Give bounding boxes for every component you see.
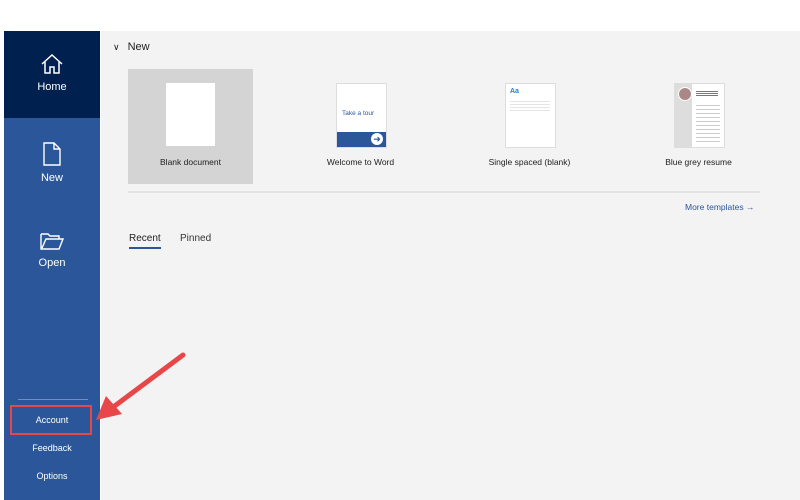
home-icon — [41, 53, 63, 74]
sidebar-item-new[interactable]: New — [4, 120, 100, 207]
sidebar-item-label: Open — [38, 257, 66, 269]
thumb-text: Take a tour — [342, 110, 375, 117]
sidebar: Home New Open Account Feedback Options — [4, 31, 100, 500]
sidebar-item-label: New — [40, 172, 63, 184]
sidebar-item-home[interactable]: Home — [4, 31, 100, 118]
divider — [128, 191, 760, 193]
template-thumbnail — [166, 83, 215, 146]
template-welcome-to-word[interactable]: Take a tour ➜ Welcome to Word — [298, 69, 423, 184]
section-title: New — [127, 41, 150, 53]
template-label: Blank document — [160, 157, 221, 167]
tab-recent[interactable]: Recent — [129, 233, 161, 249]
new-section-header[interactable]: ∨ New — [113, 41, 150, 53]
chevron-down-icon: ∨ — [113, 42, 120, 52]
sidebar-item-account[interactable]: Account — [4, 415, 100, 425]
template-blank-document[interactable]: Blank document — [128, 69, 253, 184]
template-single-spaced[interactable]: Aa Single spaced (blank) — [467, 69, 592, 184]
thumb-text: Aa — [510, 88, 519, 95]
sidebar-item-feedback[interactable]: Feedback — [4, 443, 100, 453]
template-label: Blue grey resume — [665, 157, 732, 167]
sidebar-item-label: Home — [37, 81, 67, 93]
template-label: Single spaced (blank) — [488, 157, 571, 167]
sidebar-divider — [18, 399, 88, 400]
template-thumbnail: Take a tour ➜ — [336, 83, 387, 148]
template-thumbnail — [674, 83, 725, 148]
template-thumbnail: Aa — [505, 83, 556, 148]
template-label: Welcome to Word — [326, 157, 395, 167]
template-blue-grey-resume[interactable]: Blue grey resume — [636, 69, 761, 184]
new-document-icon — [43, 142, 61, 166]
tab-pinned[interactable]: Pinned — [180, 233, 211, 244]
sidebar-item-options[interactable]: Options — [4, 471, 100, 481]
sidebar-item-open[interactable]: Open — [4, 209, 100, 296]
more-templates-link[interactable]: More templates → — [685, 202, 754, 212]
main-panel: ∨ New Blank document Take a tour ➜ Welcom… — [101, 31, 800, 500]
folder-open-icon — [40, 233, 65, 250]
arrow-right-icon: ➜ — [371, 133, 383, 145]
